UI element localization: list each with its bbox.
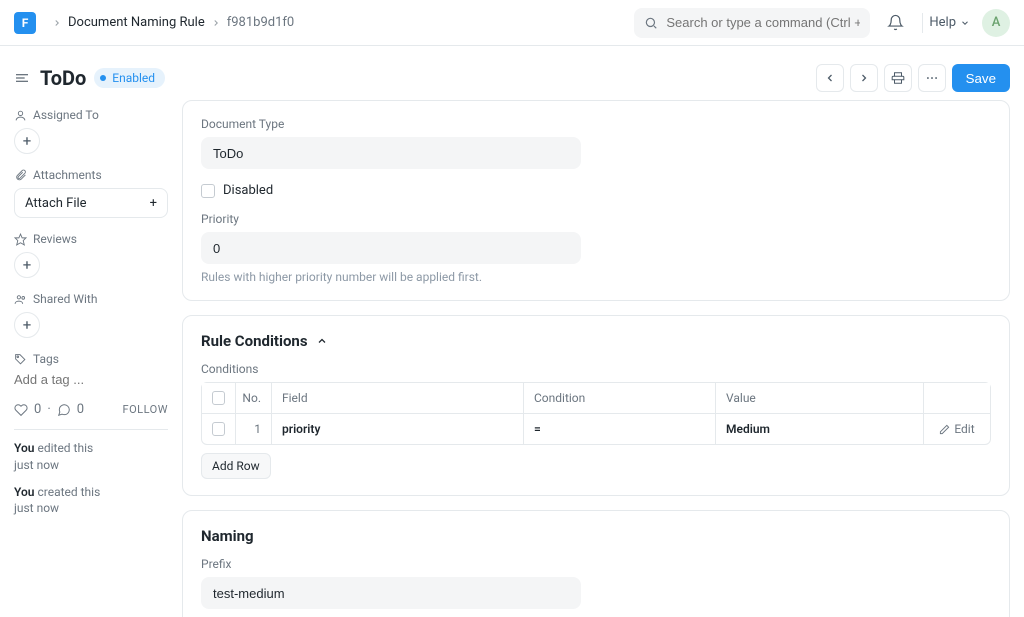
row-no: 1 <box>236 414 272 444</box>
tag-icon <box>14 353 27 366</box>
help-label: Help <box>929 15 956 30</box>
conditions-title[interactable]: Rule Conditions <box>201 332 991 350</box>
print-button[interactable] <box>884 64 912 92</box>
prev-button[interactable] <box>816 64 844 92</box>
next-button[interactable] <box>850 64 878 92</box>
chevron-right-icon <box>52 18 62 28</box>
divider <box>922 13 923 33</box>
column-edit <box>924 383 990 413</box>
add-share-button[interactable]: + <box>14 312 40 338</box>
row-edit-button[interactable]: Edit <box>924 414 990 444</box>
column-no: No. <box>236 383 272 413</box>
assigned-to-label: Assigned To <box>14 108 168 122</box>
more-button[interactable] <box>918 64 946 92</box>
heart-icon[interactable] <box>14 403 28 417</box>
disabled-label: Disabled <box>223 183 273 198</box>
column-value: Value <box>716 383 924 413</box>
tag-input[interactable] <box>14 372 168 387</box>
prefix-label: Prefix <box>201 557 991 571</box>
search-input[interactable] <box>666 15 860 30</box>
conditions-card: Rule Conditions Conditions No. Field Con… <box>182 315 1010 496</box>
divider <box>14 429 168 430</box>
shared-with-label: Shared With <box>14 292 168 306</box>
naming-title: Naming <box>201 527 991 545</box>
notifications-button[interactable] <box>884 14 906 31</box>
doctype-label: Document Type <box>201 117 991 131</box>
help-menu[interactable]: Help <box>929 15 970 30</box>
breadcrumb-parent[interactable]: Document Naming Rule <box>68 15 205 30</box>
menu-icon[interactable] <box>14 70 30 86</box>
chevron-right-icon <box>211 18 221 28</box>
add-assignee-button[interactable]: + <box>14 128 40 154</box>
breadcrumb-current: f981b9d1f0 <box>227 15 295 30</box>
disabled-checkbox[interactable] <box>201 184 215 198</box>
add-row-button[interactable]: Add Row <box>201 453 271 479</box>
reviews-label: Reviews <box>14 232 168 246</box>
column-condition: Condition <box>524 383 716 413</box>
add-review-button[interactable]: + <box>14 252 40 278</box>
sidebar: Assigned To + Attachments Attach File + … <box>0 100 182 617</box>
star-icon <box>14 233 27 246</box>
attachments-label: Attachments <box>14 168 168 182</box>
column-checkbox <box>202 383 236 413</box>
row-field[interactable]: priority <box>272 414 524 444</box>
timeline-item: You created this just now <box>14 484 168 518</box>
search-icon <box>644 16 658 30</box>
prefix-input[interactable] <box>201 577 581 609</box>
row-condition[interactable]: = <box>524 414 716 444</box>
paperclip-icon <box>14 169 27 182</box>
app-logo[interactable]: F <box>14 12 36 34</box>
attach-file-button[interactable]: Attach File + <box>14 188 168 218</box>
doctype-input[interactable] <box>201 137 581 169</box>
like-count: 0 <box>34 402 41 417</box>
comment-icon[interactable] <box>57 403 71 417</box>
row-checkbox[interactable] <box>212 422 225 436</box>
conditions-table: No. Field Condition Value 1 priority = M… <box>201 382 991 445</box>
main-content: Document Type Disabled Priority Rules wi… <box>182 100 1024 617</box>
follow-button[interactable]: FOLLOW <box>123 403 168 416</box>
page-title: ToDo <box>40 66 86 90</box>
naming-card: Naming Prefix Digits <box>182 510 1010 617</box>
column-field: Field <box>272 383 524 413</box>
attach-file-label: Attach File <box>25 196 87 211</box>
timeline-item: You edited this just now <box>14 440 168 474</box>
save-button[interactable]: Save <box>952 64 1010 92</box>
priority-input[interactable] <box>201 232 581 264</box>
pencil-icon <box>939 424 950 435</box>
priority-label: Priority <box>201 212 991 226</box>
plus-icon: + <box>150 196 157 211</box>
comment-count: 0 <box>77 402 84 417</box>
basic-card: Document Type Disabled Priority Rules wi… <box>182 100 1010 301</box>
conditions-label: Conditions <box>201 362 991 376</box>
status-badge: Enabled <box>94 68 165 88</box>
search-bar[interactable] <box>634 8 870 38</box>
page-header: ToDo Enabled Save <box>0 56 1024 100</box>
top-nav: F Document Naming Rule f981b9d1f0 Help A <box>0 0 1024 46</box>
priority-help: Rules with higher priority number will b… <box>201 270 991 284</box>
dot-separator: · <box>47 402 50 417</box>
chevron-up-icon <box>316 335 328 347</box>
table-row[interactable]: 1 priority = Medium Edit <box>202 414 990 444</box>
chevron-down-icon <box>960 18 970 28</box>
user-icon <box>14 109 27 122</box>
row-value[interactable]: Medium <box>716 414 924 444</box>
users-icon <box>14 293 27 306</box>
avatar[interactable]: A <box>982 9 1010 37</box>
tags-label: Tags <box>14 352 168 366</box>
select-all-checkbox[interactable] <box>212 391 225 405</box>
